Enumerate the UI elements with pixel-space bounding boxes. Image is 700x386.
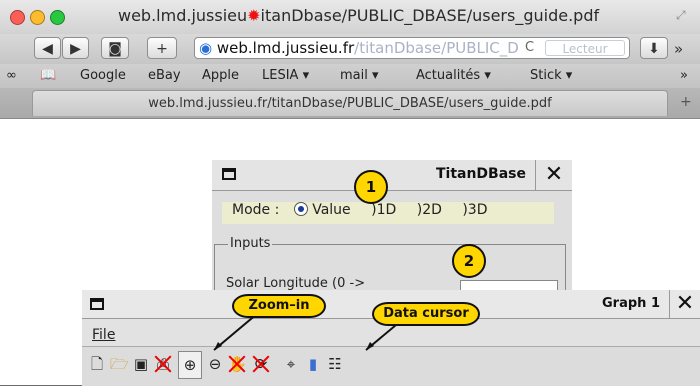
zoom-in-arrow	[213, 312, 259, 351]
zoom-in-callout: Zoom–in	[232, 294, 326, 318]
data-cursor-callout: Data cursor	[372, 302, 480, 326]
callout-arrows	[213, 312, 403, 351]
